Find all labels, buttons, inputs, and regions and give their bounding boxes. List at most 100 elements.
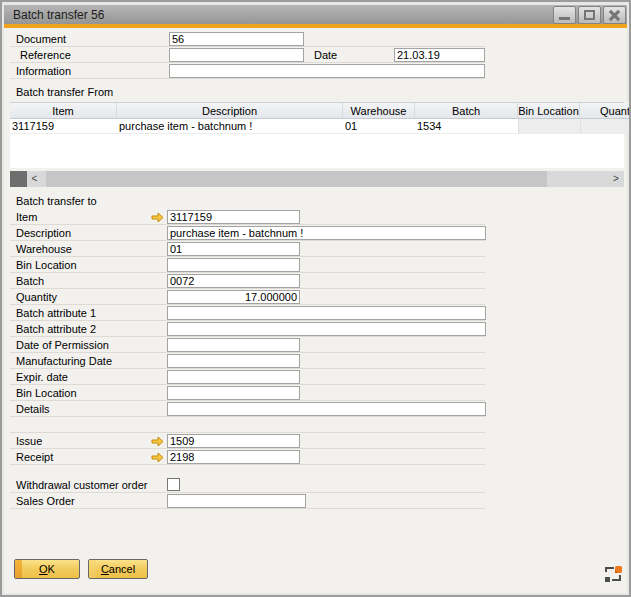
batch-from-table: Item Description Warehouse Batch Bin Loc…: [10, 102, 624, 168]
spacer-row: [10, 418, 485, 433]
ok-button[interactable]: OK: [14, 559, 80, 579]
description-field[interactable]: [167, 226, 486, 240]
bin-location-2-label: Bin Location: [16, 387, 77, 399]
cancel-button-label: Cancel: [101, 563, 135, 575]
content: Document Reference Date Information Batc…: [4, 28, 627, 593]
date-of-permission-row: Date of Permission: [10, 338, 485, 353]
cancel-button-stripe: [89, 560, 96, 578]
scroll-left-button[interactable]: <: [27, 171, 42, 187]
document-label: Document: [16, 33, 66, 45]
item-label: Item: [16, 211, 37, 223]
from-section-title: Batch transfer From: [16, 86, 113, 98]
col-header-item: Item: [10, 103, 117, 119]
quantity-row: Quantity: [10, 290, 485, 305]
col-header-warehouse: Warehouse: [343, 103, 415, 119]
cell-batch[interactable]: 1534: [415, 119, 518, 134]
withdrawal-label: Withdrawal customer order: [16, 479, 147, 491]
bin-location-row: Bin Location: [10, 258, 485, 273]
titlebar[interactable]: Batch transfer 56: [4, 5, 627, 24]
batch-attribute-1-field[interactable]: [167, 306, 486, 320]
maximize-button[interactable]: [578, 6, 601, 24]
scrollbar-corner: [10, 171, 27, 187]
window-title: Batch transfer 56: [13, 8, 104, 22]
close-button[interactable]: [603, 6, 626, 24]
date-label: Date: [314, 49, 337, 61]
warehouse-field[interactable]: [167, 242, 300, 256]
scroll-right-button[interactable]: >: [608, 171, 624, 187]
cancel-button[interactable]: Cancel: [88, 559, 148, 579]
horizontal-scrollbar: < >: [10, 171, 624, 187]
receipt-field[interactable]: [167, 450, 300, 464]
minimize-icon: [559, 17, 570, 20]
date-of-permission-label: Date of Permission: [16, 339, 109, 351]
cell-item[interactable]: 3117159: [10, 119, 117, 134]
receipt-row: Receipt: [10, 450, 485, 465]
batch-attribute-2-field[interactable]: [167, 322, 486, 336]
date-of-permission-field[interactable]: [167, 338, 300, 352]
batch-attribute-1-row: Batch attribute 1: [10, 306, 485, 321]
item-field[interactable]: [167, 210, 300, 224]
manufacturing-date-field[interactable]: [167, 354, 300, 368]
withdrawal-row: Withdrawal customer order: [10, 478, 485, 493]
manufacturing-date-row: Manufacturing Date: [10, 354, 485, 369]
batch-label: Batch: [16, 275, 44, 287]
col-header-quantity: Quantity: [580, 103, 631, 119]
minimize-button[interactable]: [553, 6, 576, 24]
col-header-bin-location: Bin Location: [518, 103, 580, 119]
cell-quantity[interactable]: [580, 119, 631, 134]
information-row: Information: [10, 64, 485, 79]
withdrawal-checkbox[interactable]: [167, 478, 180, 491]
batch-attribute-2-row: Batch attribute 2: [10, 322, 485, 337]
reference-row: Reference Date: [10, 48, 485, 63]
cell-warehouse[interactable]: 01: [343, 119, 415, 134]
details-label: Details: [16, 403, 50, 415]
quantity-label: Quantity: [16, 291, 57, 303]
sales-order-field[interactable]: [167, 494, 306, 508]
description-label: Description: [16, 227, 71, 239]
link-arrow-icon[interactable]: [151, 212, 164, 223]
date-field[interactable]: [394, 48, 485, 62]
description-row: Description: [10, 226, 485, 241]
cell-description[interactable]: purchase item - batchnum !: [117, 119, 343, 134]
batch-row: Batch: [10, 274, 485, 289]
sales-order-row: Sales Order: [10, 494, 485, 509]
bin-location-2-row: Bin Location: [10, 386, 485, 401]
issue-field[interactable]: [167, 434, 300, 448]
sales-order-label: Sales Order: [16, 495, 75, 507]
to-section-title: Batch transfer to: [16, 195, 97, 207]
bin-location-field[interactable]: [167, 258, 300, 272]
reference-field[interactable]: [169, 48, 304, 62]
receipt-label: Receipt: [16, 451, 53, 463]
ok-button-stripe: [15, 560, 22, 578]
col-header-description: Description: [117, 103, 343, 119]
quantity-field[interactable]: [167, 290, 300, 304]
link-arrow-icon[interactable]: [151, 452, 164, 463]
window: Batch transfer 56 Document Reference Dat…: [0, 0, 631, 597]
bin-location-label: Bin Location: [16, 259, 77, 271]
information-field[interactable]: [169, 64, 485, 78]
manufacturing-date-label: Manufacturing Date: [16, 355, 112, 367]
information-label: Information: [16, 65, 71, 77]
item-row: Item: [10, 210, 485, 225]
bin-location-2-field[interactable]: [167, 386, 300, 400]
expiry-date-label: Expir. date: [16, 371, 68, 383]
document-row: Document: [10, 32, 485, 47]
scrollbar-thumb[interactable]: [46, 171, 547, 187]
expiry-date-field[interactable]: [167, 370, 300, 384]
warehouse-label: Warehouse: [16, 243, 72, 255]
link-arrow-icon[interactable]: [151, 436, 164, 447]
expiry-date-row: Expir. date: [10, 370, 485, 385]
cell-bin-location[interactable]: [518, 119, 580, 134]
reference-label: Reference: [20, 49, 71, 61]
col-header-batch: Batch: [415, 103, 518, 119]
scrollbar-track[interactable]: [42, 171, 608, 187]
batch-attribute-2-label: Batch attribute 2: [16, 323, 96, 335]
issue-label: Issue: [16, 435, 42, 447]
maximize-icon: [584, 10, 595, 20]
batch-attribute-1-label: Batch attribute 1: [16, 307, 96, 319]
details-field[interactable]: [167, 402, 486, 416]
document-field[interactable]: [169, 32, 304, 46]
resize-grip-icon[interactable]: [602, 563, 623, 584]
ok-button-label: OK: [39, 563, 55, 575]
batch-field[interactable]: [167, 274, 300, 288]
